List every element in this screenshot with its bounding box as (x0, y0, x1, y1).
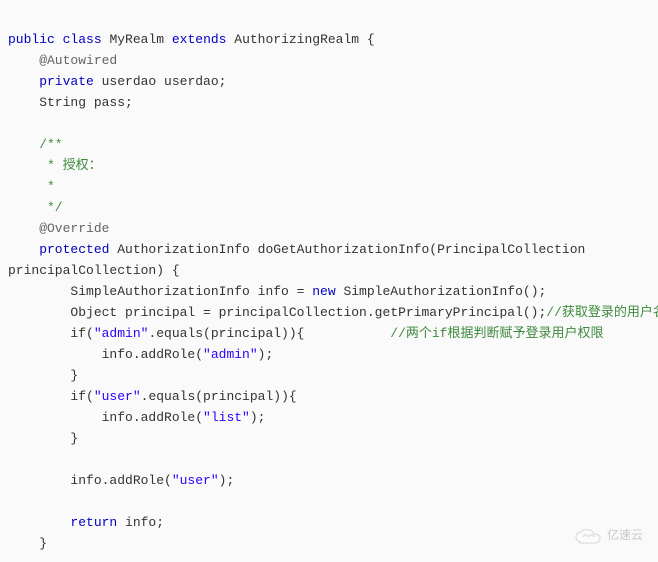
string-literal: "user" (172, 473, 219, 488)
watermark-text: 亿速云 (607, 526, 643, 547)
string-literal: "admin" (203, 347, 258, 362)
keyword: class (63, 32, 102, 47)
code-blank (8, 452, 16, 467)
code-text: info; (117, 515, 164, 530)
code-text: SimpleAuthorizationInfo info = (8, 284, 312, 299)
keyword: return (8, 515, 117, 530)
keyword: extends (172, 32, 227, 47)
doc-comment: * (8, 179, 55, 194)
watermark: 亿速云 (573, 526, 643, 547)
code-editor: public class MyRealm extends Authorizing… (8, 8, 650, 554)
code-text: AuthorizationInfo doGetAuthorizationInfo… (109, 242, 585, 257)
code-text: SimpleAuthorizationInfo(); (336, 284, 547, 299)
code-text: info.addRole( (8, 473, 172, 488)
code-text: Object principal = principalCollection.g… (8, 305, 546, 320)
class-name: MyRealm (102, 32, 172, 47)
annotation: @Autowired (8, 53, 117, 68)
code-text: AuthorizingRealm { (226, 32, 374, 47)
keyword: protected (8, 242, 109, 257)
code-text: userdao userdao; (94, 74, 227, 89)
code-text: info.addRole( (8, 410, 203, 425)
doc-comment: */ (8, 200, 63, 215)
code-text: if (8, 326, 86, 341)
doc-comment: * 授权： (8, 158, 102, 173)
code-text: ); (219, 473, 235, 488)
string-literal: "user" (94, 389, 141, 404)
cloud-icon (573, 527, 603, 547)
code-text: ( (86, 326, 94, 341)
inline-comment: //两个if根据判断赋予登录用户权限 (390, 326, 603, 341)
code-text: ( (86, 389, 94, 404)
code-text: String pass; (8, 95, 133, 110)
code-text: principalCollection) { (8, 263, 180, 278)
annotation: @Override (8, 221, 109, 236)
string-literal: "list" (203, 410, 250, 425)
code-text: } (8, 431, 78, 446)
code-text: } (8, 368, 78, 383)
code-text: .equals(principal)){ (148, 326, 390, 341)
code-text: info.addRole( (8, 347, 203, 362)
keyword: private (8, 74, 94, 89)
code-text: if (8, 389, 86, 404)
code-text: ); (250, 410, 266, 425)
code-text: ); (258, 347, 274, 362)
code-text: } (8, 536, 47, 551)
keyword: new (312, 284, 335, 299)
keyword: public (8, 32, 55, 47)
string-literal: "admin" (94, 326, 149, 341)
inline-comment: //获取登录的用户名 (546, 305, 658, 320)
code-blank (8, 494, 16, 509)
code-blank (8, 116, 16, 131)
code-text: .equals(principal)){ (141, 389, 297, 404)
doc-comment: /** (8, 137, 63, 152)
